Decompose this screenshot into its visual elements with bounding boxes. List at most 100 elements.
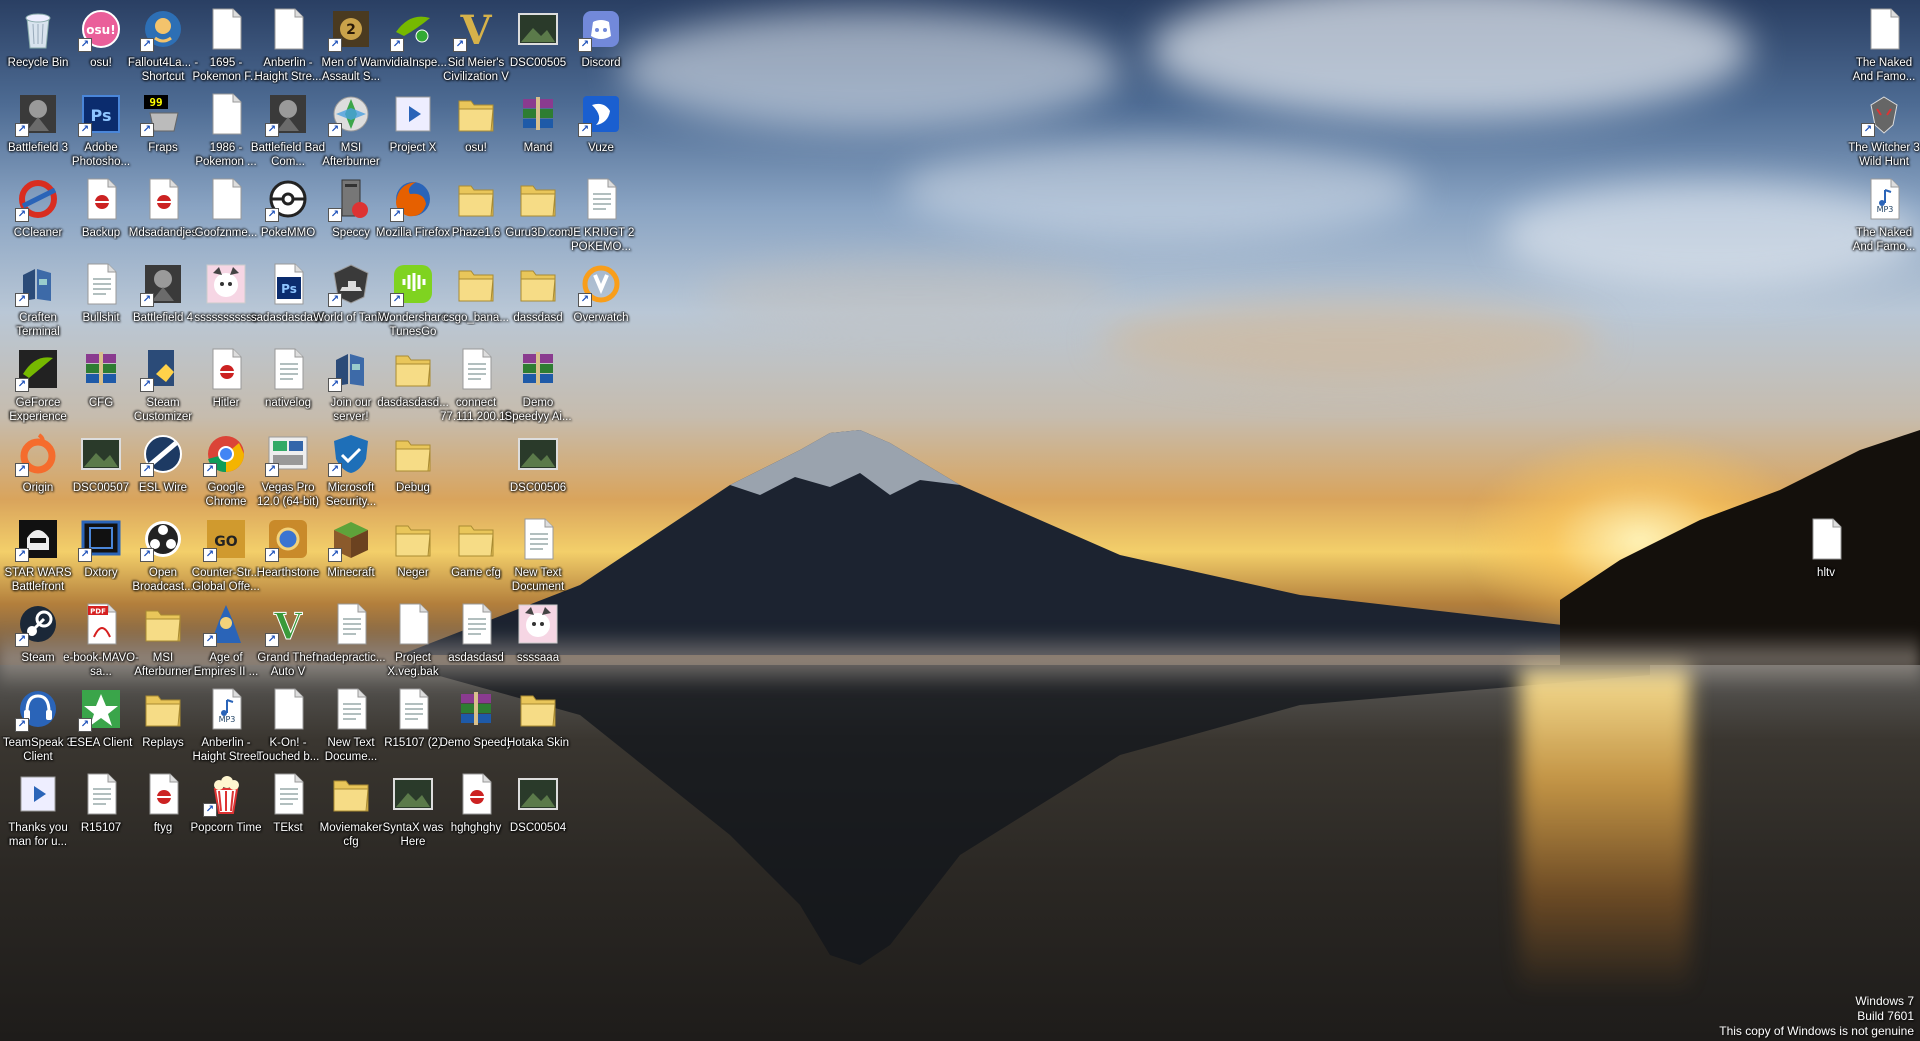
svg-text:PDF: PDF [90,608,106,616]
shortcut-arrow-icon: ↗ [78,123,92,137]
world-of-tanks-icon: ↗ [328,261,374,307]
steam-customizer-icon: ↗ [140,346,186,392]
shortcut-arrow-icon: ↗ [390,208,404,222]
steam-icon: ↗ [15,601,61,647]
backup-icon [140,771,186,817]
svg-text:2: 2 [346,22,356,38]
desktop-icon-label: DSC00506 [509,482,567,494]
pokemmo-icon: ↗ [265,176,311,222]
shortcut-arrow-icon: ↗ [15,208,29,222]
folder-icon [453,261,499,307]
esl-wire-icon: ↗ [140,431,186,477]
shortcut-arrow-icon: ↗ [265,633,279,647]
speccy-icon: ↗ [328,176,374,222]
anime-image-icon [515,601,561,647]
document-icon [265,686,311,732]
folder-icon [453,91,499,137]
battlefield-icon: ↗ [15,91,61,137]
fraps-icon: 99 ↗ [140,91,186,137]
desktop-icon-label: Hotaka Skin [506,737,569,749]
document-icon [1803,516,1849,562]
shortcut-arrow-icon: ↗ [578,293,592,307]
recycle-bin-icon [15,6,61,52]
watermark-genuine-notice: This copy of Windows is not genuine [1719,1024,1914,1038]
desktop-icon-label: DSC00504 [509,822,567,834]
backup-icon [78,176,124,222]
svg-text:osu!: osu! [86,23,115,37]
text-file-icon [78,261,124,307]
document-icon [203,91,249,137]
desktop-icon[interactable]: ↗ Overwatch [565,255,637,355]
winrar-icon [78,346,124,392]
shortcut-arrow-icon: ↗ [453,38,467,52]
shortcut-arrow-icon: ↗ [328,378,342,392]
desktop-icon[interactable]: ftyg [127,765,199,865]
desktop-icon-label: Vuze [588,142,614,154]
shortcut-arrow-icon: ↗ [15,378,29,392]
desktop-icon-label: The Witcher 3 Wild Hunt [1848,142,1920,168]
text-file-icon [328,601,374,647]
desktop-icon[interactable]: DSC00504 [502,765,574,865]
backup-icon [453,771,499,817]
photoshop-icon: Ps ↗ [78,91,124,137]
battlefield-icon: ↗ [265,91,311,137]
shortcut-arrow-icon: ↗ [390,293,404,307]
star-wars-icon: ↗ [15,516,61,562]
desktop-icon[interactable]: hltv [1790,510,1862,610]
folder-icon [515,686,561,732]
shortcut-arrow-icon: ↗ [1861,123,1875,137]
text-file-icon [265,346,311,392]
windows-watermark: Windows 7 Build 7601 This copy of Window… [1719,994,1914,1039]
pdf-icon: PDF [78,601,124,647]
desktop-icon[interactable]: Thanks you man for u... [2,765,74,865]
svg-text:Ps: Ps [281,282,297,296]
photo-icon [515,771,561,817]
desktop-icon[interactable]: SyntaX was Here [377,765,449,865]
desktop-icon[interactable]: TEkst [252,765,324,865]
firefox-icon: ↗ [390,176,436,222]
obs-icon: ↗ [140,516,186,562]
photo-icon [515,6,561,52]
document-icon [203,176,249,222]
document-icon [203,6,249,52]
text-file-icon [265,771,311,817]
fallout-icon: ↗ [140,6,186,52]
shortcut-arrow-icon: ↗ [140,38,154,52]
shortcut-arrow-icon: ↗ [15,548,29,562]
shortcut-arrow-icon: ↗ [328,463,342,477]
shortcut-arrow-icon: ↗ [328,38,342,52]
svg-text:Ps: Ps [91,106,112,125]
winrar-icon [453,686,499,732]
folder-icon [390,431,436,477]
desktop-icon-label: The Naked And Famo... [1852,227,1916,253]
shortcut-arrow-icon: ↗ [328,293,342,307]
svg-text:MP3: MP3 [1877,205,1894,214]
shortcut-arrow-icon: ↗ [140,548,154,562]
text-file-icon [453,346,499,392]
shortcut-arrow-icon: ↗ [578,123,592,137]
hearthstone-icon: ↗ [265,516,311,562]
folder-icon [453,516,499,562]
anime-image-icon [203,261,249,307]
desktop-icon-label: The Naked And Famo... [1852,57,1916,83]
geforce-icon: ↗ [15,346,61,392]
shortcut-arrow-icon: ↗ [78,718,92,732]
folder-icon [140,686,186,732]
shortcut-arrow-icon: ↗ [265,208,279,222]
document-icon [265,6,311,52]
svg-text:GO: GO [214,534,237,550]
shortcut-arrow-icon: ↗ [140,378,154,392]
origin-icon: ↗ [15,431,61,477]
osu-icon: osu! ↗ [78,6,124,52]
minecraft-icon: ↗ [328,516,374,562]
shortcut-arrow-icon: ↗ [140,123,154,137]
men-of-war-icon: 2 ↗ [328,6,374,52]
security-icon: ↗ [328,431,374,477]
desktop-icon[interactable]: MP3 The Naked And Famo... [1848,170,1920,270]
desktop-icon-label: Demo Speedyy Ai... [504,397,572,423]
shortcut-arrow-icon: ↗ [265,123,279,137]
msi-afterburner-icon: ↗ [328,91,374,137]
psd-file-icon: Ps [265,261,311,307]
popcorn-icon: ↗ [203,771,249,817]
shortcut-arrow-icon: ↗ [140,293,154,307]
